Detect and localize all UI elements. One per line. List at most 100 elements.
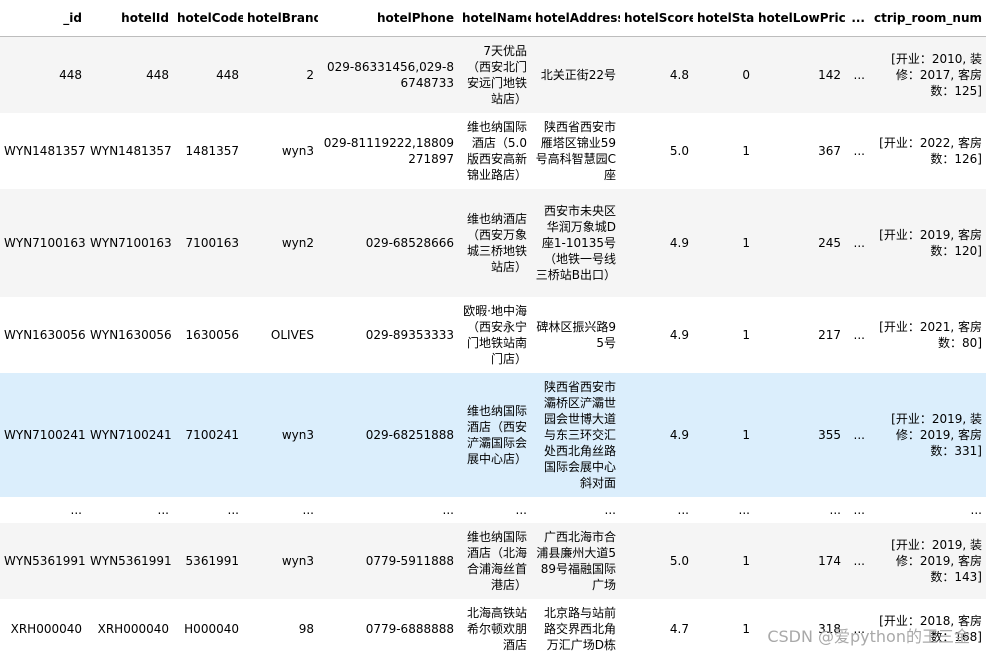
cell-id: WYN7100241	[4, 427, 86, 442]
table-row: WYN1630056 WYN1630056 1630056 OLIVES 029-893…	[0, 296, 986, 373]
cell-ellipsis: ...	[853, 553, 865, 568]
cell-hotelPhone: ...	[442, 502, 454, 517]
cell-hotelStar: 1	[742, 143, 750, 158]
cell-hotelAddress: 北关正街22号	[540, 67, 616, 82]
table-row: XRH000040 XRH000040 H000040 98 0779-6888888 北…	[0, 598, 986, 659]
table-row: WYN5361991 WYN5361991 5361991 wyn3 0779-5911…	[0, 522, 986, 599]
cell-hotelId: WYN1481357	[90, 143, 172, 158]
cell-hotelAddress: 陕西省西安市雁塔区锦业59号高科智慧园C座	[535, 119, 616, 182]
cell-hotelName: 维也纳酒店（西安万象城三桥地铁站店）	[466, 211, 527, 274]
cell-hotelName: 北海高铁站希尔顿欢朋酒店	[466, 605, 527, 652]
cell-id: WYN1481357	[4, 143, 86, 158]
col-header-hotelId: hotelId	[86, 0, 173, 37]
cell-hotelCode: 1630056	[185, 327, 239, 342]
cell-hotelCode: 448	[216, 67, 239, 82]
cell-id: WYN7100163	[4, 235, 86, 250]
cell-hotelId: WYN7100163	[90, 235, 172, 250]
cell-ctrip-room-num: [开业：2021, 客房数：80]	[879, 319, 982, 350]
col-header-hotelScore: hotelScore	[620, 0, 693, 37]
cell-hotelStar: 1	[742, 427, 750, 442]
cell-hotelScore: ...	[677, 502, 689, 517]
cell-ctrip-room-num: [开业：2019, 客房数：120]	[879, 227, 982, 258]
cell-hotelBrand: wyn3	[281, 427, 314, 442]
cell-ellipsis: ...	[853, 427, 865, 442]
cell-hotelBrand: ...	[302, 502, 314, 517]
cell-ellipsis: ...	[853, 327, 865, 342]
cell-hotelLowPrice: 217	[818, 327, 841, 342]
cell-hotelId: ...	[157, 502, 169, 517]
col-header-ellipsis: ...	[845, 0, 869, 37]
col-header-hotelName: hotelName	[458, 0, 531, 37]
table-row: 448 448 448 2 029-86331456,029-86748733 7天优品（…	[0, 36, 986, 113]
cell-hotelCode: 1481357	[185, 143, 239, 158]
cell-hotelScore: 5.0	[669, 143, 689, 158]
col-header-hotelStar: hotelStar	[693, 0, 754, 37]
header-row: _id hotelId hotelCode hotelBrand hotelPh…	[0, 0, 986, 37]
col-header-hotelLowPrice: hotelLowPrice	[754, 0, 845, 37]
cell-hotelPhone: 0779-6888888	[365, 621, 454, 636]
cell-hotelName: 维也纳国际酒店（西安浐灞国际会展中心店）	[466, 403, 527, 466]
cell-hotelLowPrice: 367	[818, 143, 841, 158]
cell-hotelBrand: OLIVES	[270, 327, 314, 342]
cell-ctrip-room-num: [开业：2019, 装修：2019, 客房数：143]	[891, 537, 982, 584]
cell-hotelBrand: 98	[298, 621, 314, 636]
col-header-id: _id	[0, 0, 86, 37]
cell-hotelStar: 1	[742, 553, 750, 568]
cell-hotelStar: 1	[742, 235, 750, 250]
cell-hotelCode: 7100241	[185, 427, 239, 442]
cell-hotelAddress: 陕西省西安市灞桥区浐灞世园会世博大道与东三环交汇处西北角丝路国际会展中心斜对面	[543, 379, 616, 490]
cell-hotelScore: 4.9	[669, 327, 689, 342]
cell-hotelAddress: 北京路与站前路交界西北角万汇广场D栋	[543, 605, 616, 652]
cell-id: WYN5361991	[4, 553, 86, 568]
cell-hotelName: 欧暇·地中海（西安永宁门地铁站南门店）	[463, 303, 527, 366]
cell-hotelLowPrice: ...	[829, 502, 841, 517]
cell-ctrip-room-num: [开业：2018, 客房数：168]	[879, 613, 982, 644]
cell-hotelCode: 5361991	[185, 553, 239, 568]
cell-hotelAddress: 广西北海市合浦县廉州大道589号福融国际广场	[536, 529, 616, 592]
cell-hotelId: WYN7100241	[90, 427, 172, 442]
col-header-hotelAddress: hotelAddress	[531, 0, 620, 37]
table-row: WYN1481357 WYN1481357 1481357 wyn3 029-81119…	[0, 112, 986, 189]
cell-hotelAddress: 西安市未央区华润万象城D座1-10135号（地铁一号线三桥站B出口）	[535, 203, 616, 282]
cell-hotelName: ...	[515, 502, 527, 517]
cell-ellipsis: ...	[853, 502, 865, 517]
cell-ellipsis: ...	[853, 67, 865, 82]
cell-hotelStar: 0	[742, 67, 750, 82]
cell-hotelStar: 1	[742, 327, 750, 342]
cell-hotelScore: 5.0	[669, 553, 689, 568]
dataframe-table: _id hotelId hotelCode hotelBrand hotelPh…	[0, 0, 986, 659]
col-header-ctrip-room-num: ctrip_room_num	[869, 0, 986, 37]
cell-hotelLowPrice: 355	[818, 427, 841, 442]
cell-hotelAddress: 碑林区振兴路95号	[536, 319, 616, 350]
cell-hotelPhone: 029-68251888	[365, 427, 454, 442]
cell-ellipsis: ...	[853, 621, 865, 636]
cell-ellipsis: ...	[853, 143, 865, 158]
cell-hotelPhone: 029-89353333	[365, 327, 454, 342]
cell-hotelId: WYN5361991	[90, 553, 172, 568]
cell-hotelScore: 4.9	[669, 235, 689, 250]
cell-hotelBrand: wyn3	[281, 553, 314, 568]
cell-hotelPhone: 029-68528666	[365, 235, 454, 250]
cell-hotelLowPrice: 142	[818, 67, 841, 82]
cell-hotelStar: 1	[742, 621, 750, 636]
cell-hotelAddress: ...	[604, 502, 616, 517]
cell-hotelName: 维也纳国际酒店（5.0版西安高新锦业路店）	[466, 119, 527, 182]
cell-hotelCode: 7100163	[185, 235, 239, 250]
cell-hotelId: XRH000040	[97, 621, 169, 636]
cell-ctrip-room-num: [开业：2010, 装修：2017, 客房数：125]	[891, 51, 982, 98]
table-row: WYN7100241 WYN7100241 7100241 wyn3 029-68251…	[0, 372, 986, 497]
cell-ctrip-room-num: ...	[970, 502, 982, 517]
cell-id: 448	[59, 67, 82, 82]
col-header-hotelCode: hotelCode	[173, 0, 243, 37]
col-header-hotelBrand: hotelBrand	[243, 0, 318, 37]
cell-hotelName: 维也纳国际酒店（北海合浦海丝首港店）	[466, 529, 527, 592]
cell-hotelLowPrice: 174	[818, 553, 841, 568]
cell-hotelLowPrice: 318	[818, 621, 841, 636]
cell-ellipsis: ...	[853, 235, 865, 250]
cell-ctrip-room-num: [开业：2019, 装修：2019, 客房数：331]	[891, 411, 982, 458]
table-row: WYN7100163 WYN7100163 7100163 wyn2 029-68528…	[0, 188, 986, 297]
cell-hotelBrand: 2	[306, 67, 314, 82]
cell-ctrip-room-num: [开业：2022, 客房数：126]	[879, 135, 982, 166]
cell-id: WYN1630056	[4, 327, 86, 342]
cell-hotelName: 7天优品（西安北门安远门地铁站店）	[466, 43, 527, 106]
